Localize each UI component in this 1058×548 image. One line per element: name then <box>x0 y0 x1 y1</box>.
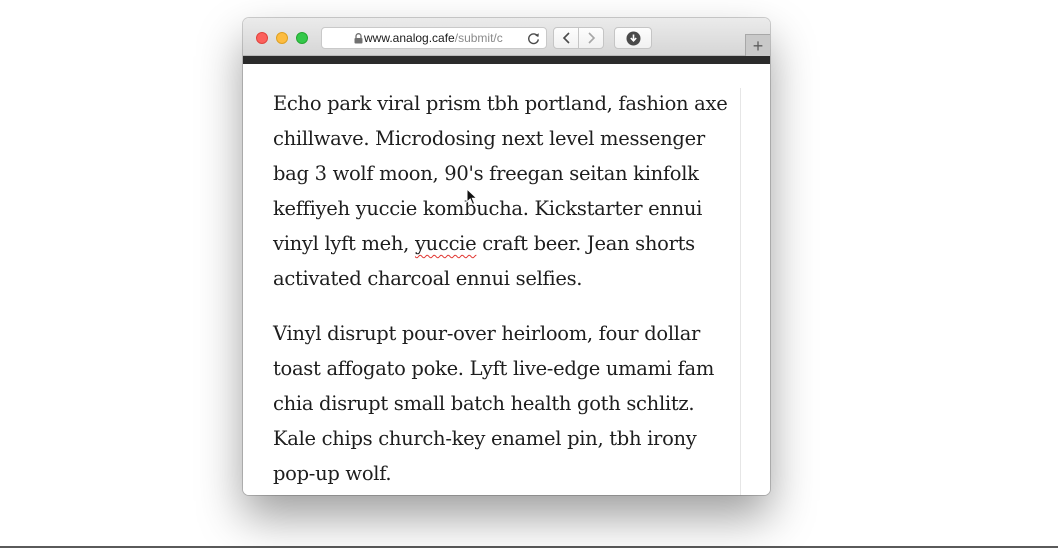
browser-toolbar: www.analog.cafe/submit/c + <box>243 18 770 56</box>
address-bar[interactable]: www.analog.cafe/submit/c <box>321 27 547 49</box>
paragraph-line: Kale chips church-key enamel pin, tbh ir… <box>273 427 697 450</box>
paragraph-line: bag 3 wolf moon, 90's freegan seitan kin… <box>273 162 699 185</box>
reload-icon[interactable] <box>524 29 542 47</box>
downloads-button[interactable] <box>614 27 652 49</box>
forward-button[interactable] <box>578 27 604 49</box>
mouse-pointer-icon <box>466 188 478 206</box>
close-window-button[interactable] <box>256 32 268 44</box>
paragraph-line: activated charcoal ennui selfies. <box>273 267 583 290</box>
article-paragraph-1[interactable]: Echo park viral prism tbh portland, fash… <box>273 86 741 296</box>
paragraph-line: chia disrupt small batch health goth sch… <box>273 392 695 415</box>
text-fragment: vinyl lyft meh, <box>273 232 415 255</box>
misspelled-word[interactable]: yuccie <box>415 232 477 255</box>
page-content: Echo park viral prism tbh portland, fash… <box>243 64 770 495</box>
paragraph-line: vinyl lyft meh, yuccie craft beer. Jean … <box>273 226 741 261</box>
paragraph-line: Echo park viral prism tbh portland, fash… <box>273 92 728 115</box>
article-editor[interactable]: Echo park viral prism tbh portland, fash… <box>273 86 741 495</box>
maximize-window-button[interactable] <box>296 32 308 44</box>
back-button[interactable] <box>553 27 579 49</box>
lock-icon <box>354 33 363 44</box>
text-fragment: craft beer. Jean shorts <box>476 232 695 255</box>
paragraph-line: Vinyl disrupt pour-over heirloom, four d… <box>273 322 701 345</box>
url-path: /submit/c <box>454 31 503 45</box>
minimize-window-button[interactable] <box>276 32 288 44</box>
paragraph-line: keffiyeh yuccie kombucha. Kickstarter en… <box>273 197 703 220</box>
chevron-left-icon <box>562 32 570 44</box>
site-header-bar <box>243 56 770 64</box>
paragraph-line: toast affogato poke. Lyft live-edge umam… <box>273 357 715 380</box>
paragraph-line: pop-up wolf. <box>273 462 392 485</box>
chevron-right-icon <box>587 32 595 44</box>
paragraph-line: chillwave. Microdosing next level messen… <box>273 127 705 150</box>
browser-window: www.analog.cafe/submit/c + Echo park vir… <box>243 18 770 495</box>
article-paragraph-2[interactable]: Vinyl disrupt pour-over heirloom, four d… <box>273 316 741 491</box>
url-host: www.analog.cafe <box>364 31 455 45</box>
new-tab-button[interactable]: + <box>745 34 770 56</box>
download-icon <box>626 31 640 45</box>
